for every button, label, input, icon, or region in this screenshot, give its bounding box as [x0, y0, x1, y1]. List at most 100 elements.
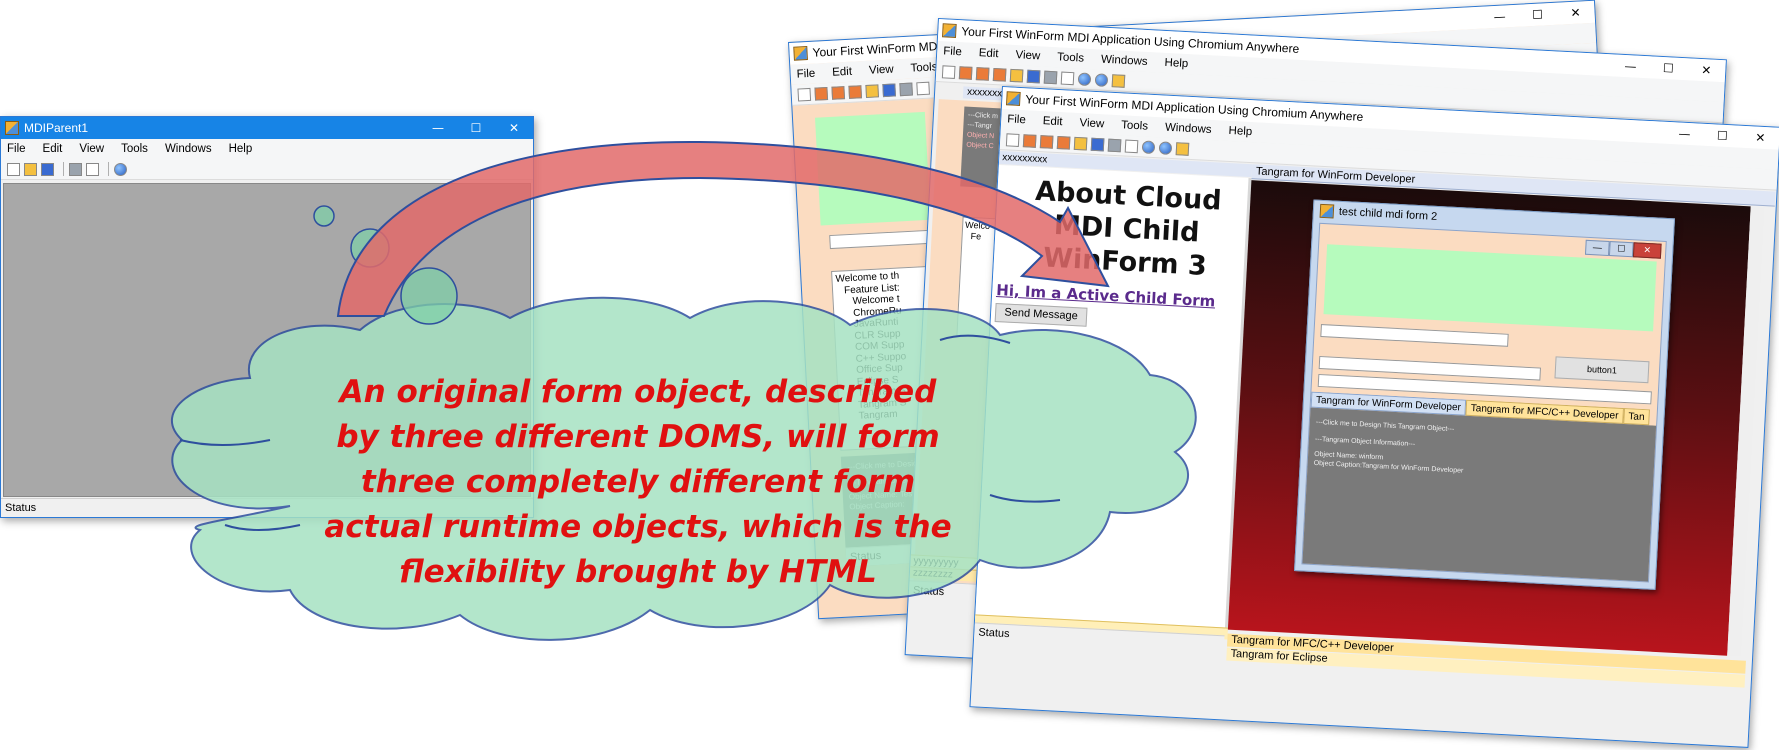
maximize-icon[interactable]: ☐: [1518, 3, 1557, 27]
menu-edit[interactable]: Edit: [978, 47, 998, 60]
cut-icon[interactable]: [1022, 133, 1037, 148]
menu-file[interactable]: File: [7, 143, 26, 155]
minimize-icon[interactable]: —: [1584, 239, 1610, 256]
app-icon: [941, 23, 957, 38]
menu-tools[interactable]: Tools: [910, 61, 937, 74]
menu-file[interactable]: File: [943, 45, 962, 58]
new-icon[interactable]: [797, 87, 812, 102]
menu-tools[interactable]: Tools: [1121, 119, 1148, 132]
child-textbox-1[interactable]: [1320, 324, 1509, 347]
open-icon[interactable]: [1009, 68, 1024, 83]
minimize-icon[interactable]: —: [1665, 122, 1704, 146]
close-icon[interactable]: ✕: [1632, 242, 1662, 259]
window-icon[interactable]: [1111, 73, 1126, 88]
menu-edit[interactable]: Edit: [832, 66, 852, 79]
save-icon[interactable]: [41, 162, 54, 176]
globe-icon[interactable]: [114, 162, 127, 176]
minimize-icon[interactable]: —: [1611, 54, 1650, 78]
child-mint-panel: [1323, 244, 1657, 332]
paste-icon[interactable]: [848, 84, 863, 99]
menu-view[interactable]: View: [79, 143, 104, 155]
menu-view[interactable]: View: [1079, 117, 1104, 130]
status-text: Status: [5, 502, 37, 514]
app-icon: [1319, 203, 1335, 219]
menu-tools[interactable]: Tools: [121, 143, 148, 155]
print-icon[interactable]: [899, 82, 913, 96]
globe-icon[interactable]: [1158, 140, 1173, 155]
cloud-caption: An original form object, described by th…: [324, 374, 952, 590]
globe-icon[interactable]: [1141, 139, 1156, 154]
minimize-icon[interactable]: —: [419, 117, 457, 139]
globe-icon[interactable]: [1077, 71, 1092, 86]
menu-help[interactable]: Help: [1164, 57, 1188, 70]
cut-icon[interactable]: [958, 65, 973, 80]
copy-icon[interactable]: [975, 66, 990, 81]
new-icon[interactable]: [1005, 132, 1020, 147]
save-icon[interactable]: [1026, 69, 1041, 83]
print-icon[interactable]: [1107, 138, 1122, 152]
app-icon: [5, 121, 19, 135]
maximize-icon[interactable]: ☐: [1608, 241, 1634, 258]
save-icon[interactable]: [1090, 137, 1105, 151]
open-icon[interactable]: [24, 162, 37, 176]
menu-windows[interactable]: Windows: [1165, 122, 1212, 136]
paste-icon[interactable]: [992, 67, 1007, 82]
mdi-parent-toolbar: [1, 159, 533, 180]
menu-tools[interactable]: Tools: [1057, 51, 1084, 64]
child-info-panel: ---Click me to Design This Tangram Objec…: [1302, 407, 1657, 582]
menu-file[interactable]: File: [796, 68, 815, 81]
close-icon[interactable]: ✕: [1687, 58, 1726, 82]
mdi-parent-title: MDIParent1: [24, 121, 89, 135]
back-mint-panel: [814, 111, 931, 226]
menu-windows[interactable]: Windows: [165, 143, 212, 155]
new-icon[interactable]: [941, 64, 956, 79]
save-icon[interactable]: [882, 82, 896, 97]
back-textbox[interactable]: [829, 229, 940, 250]
print-icon[interactable]: [1043, 70, 1058, 84]
maximize-icon[interactable]: ☐: [1703, 124, 1742, 148]
close-icon[interactable]: ✕: [495, 117, 533, 139]
menu-file[interactable]: File: [1007, 113, 1026, 126]
status-text: Status: [978, 626, 1010, 641]
back-window-title: Your First WinForm MDI: [812, 39, 942, 60]
about-heading: About Cloud MDI Child WinForm 3: [1034, 175, 1223, 282]
app-icon: [1005, 91, 1021, 106]
print-preview-icon[interactable]: [1124, 139, 1139, 153]
copy-icon[interactable]: [1039, 134, 1054, 149]
close-icon[interactable]: ✕: [1556, 1, 1595, 25]
new-icon[interactable]: [7, 162, 20, 176]
child-title: test child mdi form 2: [1338, 205, 1438, 223]
front-window: Your First WinForm MDI Application Using…: [969, 86, 1779, 748]
front-left-pane: About Cloud MDI Child WinForm 3 Hi, Im a…: [975, 164, 1252, 632]
menu-windows[interactable]: Windows: [1101, 54, 1148, 68]
print-icon[interactable]: [69, 162, 82, 176]
maximize-icon[interactable]: ☐: [1649, 56, 1688, 80]
child-tab-more[interactable]: Tan: [1623, 407, 1650, 426]
menu-help[interactable]: Help: [1228, 125, 1252, 138]
minimize-icon[interactable]: —: [1480, 5, 1519, 29]
print-preview-icon[interactable]: [86, 162, 99, 176]
close-icon[interactable]: ✕: [1741, 126, 1779, 150]
copy-icon[interactable]: [831, 85, 846, 100]
print-preview-icon[interactable]: [1060, 71, 1075, 85]
globe-icon[interactable]: [1094, 72, 1109, 87]
toolbar-separator: [108, 162, 109, 176]
send-message-button[interactable]: Send Message: [994, 302, 1088, 327]
child-inner-window: — ☐ ✕ button1 Tangram for WinForm Develo…: [1301, 222, 1667, 583]
child-button1[interactable]: button1: [1554, 356, 1650, 384]
open-icon[interactable]: [1073, 136, 1088, 151]
print-preview-icon[interactable]: [916, 81, 930, 95]
open-icon[interactable]: [865, 83, 879, 98]
cut-icon[interactable]: [814, 86, 829, 101]
window-icon[interactable]: [1175, 141, 1190, 156]
menu-edit[interactable]: Edit: [43, 143, 63, 155]
menu-help[interactable]: Help: [229, 143, 253, 155]
maximize-icon[interactable]: ☐: [457, 117, 495, 139]
menu-view[interactable]: View: [1015, 49, 1040, 62]
menu-edit[interactable]: Edit: [1042, 115, 1062, 128]
app-icon: [793, 45, 808, 61]
menu-view[interactable]: View: [869, 64, 894, 77]
mdi-parent-titlebar[interactable]: MDIParent1 — ☐ ✕: [1, 117, 533, 139]
paste-icon[interactable]: [1056, 135, 1071, 150]
toolbar-separator: [63, 162, 64, 176]
